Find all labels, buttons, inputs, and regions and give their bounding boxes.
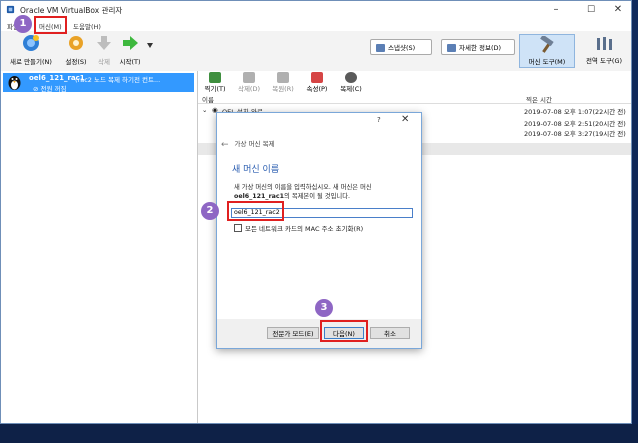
clone-button[interactable]: 복제(C)	[337, 72, 365, 93]
restore-snapshot-button[interactable]: 복원(R)	[269, 72, 297, 93]
details-toggle[interactable]: 자세한 정보(D)	[441, 39, 515, 55]
snapshot-row-time: 2019-07-08 오후 3:27(19시간 전)	[524, 130, 626, 138]
new-label: 새로 만들기(N)	[10, 58, 52, 66]
minimize-button[interactable]: –	[541, 3, 571, 17]
dialog-nav: ← 가상 머신 복제	[221, 138, 275, 150]
menu-help[interactable]: 도움말(H)	[73, 21, 101, 31]
snapshot-table-header: 이름 찍은 시간	[198, 93, 631, 104]
global-tools-button[interactable]: 전역 도구(G)	[579, 34, 629, 68]
reinit-mac-checkbox[interactable]: 모든 네트워크 카드의 MAC 주소 초기화(R)	[234, 223, 363, 233]
help-button[interactable]: ?	[377, 116, 381, 124]
restore-icon	[277, 72, 289, 83]
snapshot-toolbar: 찍기(T) 삭제(D) 복원(R) 속성(P) 복제(C)	[198, 71, 631, 93]
dialog-title-bar: ? ✕	[217, 113, 421, 129]
global-tools-label: 전역 도구(G)	[585, 57, 623, 65]
expert-mode-button[interactable]: 전문가 모드(E)	[267, 327, 319, 339]
main-toolbar: 새로 만들기(N) 설정(S) 삭제 시작(T) 스냅샷(S) 자세한 정보(D…	[1, 31, 631, 72]
expand-chevron-icon[interactable]: ⌄	[202, 106, 207, 114]
discard-button[interactable]: 삭제	[94, 33, 114, 69]
desc-line2: 의 복제본이 될 것입니다.	[284, 193, 350, 200]
checkbox-box[interactable]	[234, 224, 242, 232]
window-title: Oracle VM VirtualBox 관리자	[20, 6, 123, 15]
dialog-footer: 전문가 모드(E) 다음(N) 취소	[217, 319, 421, 348]
col-name-header: 이름	[202, 96, 214, 104]
start-dropdown-icon[interactable]	[147, 43, 153, 48]
maximize-button[interactable]: ☐	[576, 3, 606, 17]
cancel-button[interactable]: 취소	[370, 327, 410, 339]
hammer-icon	[540, 36, 554, 53]
machine-tools-label: 머신 도구(M)	[528, 58, 566, 66]
vm-state-label: 전원 꺼짐	[40, 85, 67, 93]
start-button[interactable]: 시작(T)	[118, 33, 142, 69]
clone-label: 복제(C)	[340, 85, 362, 93]
desc-line1: 새 가상 머신의 이름을 입력하십시오. 새 머신은 머신	[234, 184, 372, 191]
start-label: 시작(T)	[119, 58, 141, 66]
vm-snapshot-note: (rac2 노드 복제 하기전 컨트...	[75, 76, 161, 84]
virtualbox-icon	[6, 5, 15, 14]
properties-button[interactable]: 속성(P)	[303, 72, 331, 93]
title-bar: Oracle VM VirtualBox 관리자 – ☐ ✕	[1, 1, 631, 19]
properties-icon	[311, 72, 323, 83]
reinit-mac-label: 모든 네트워크 카드의 MAC 주소 초기화(R)	[245, 225, 364, 233]
snapshots-toggle[interactable]: 스냅샷(S)	[370, 39, 432, 55]
linux-tux-icon	[8, 76, 21, 90]
snapshots-label: 스냅샷(S)	[388, 44, 416, 52]
discard-arrow-icon	[97, 36, 111, 50]
step-badge-2: 2	[201, 202, 219, 220]
new-vm-icon	[23, 35, 39, 51]
delete-label: 삭제(D)	[237, 85, 261, 93]
step-badge-1: 1	[14, 15, 32, 33]
gear-icon	[69, 36, 83, 50]
take-snapshot-button[interactable]: 찍기(T)	[202, 72, 228, 93]
vm-list: oel6_121_rac1 (rac2 노드 복제 하기전 컨트... ⊘ 전원…	[1, 71, 198, 423]
clone-sheep-icon	[345, 72, 357, 83]
details-label: 자세한 정보(D)	[459, 44, 502, 52]
delete-icon	[243, 72, 255, 83]
step-badge-3: 3	[315, 299, 333, 317]
restore-label: 복원(R)	[272, 85, 294, 93]
snapshot-icon	[376, 44, 385, 52]
settings-button[interactable]: 설정(S)	[63, 33, 89, 69]
snapshot-row-time: 2019-07-08 오후 1:07(22시간 전)	[524, 108, 626, 116]
page-heading: 새 머신 이름	[232, 165, 280, 175]
power-off-icon: ⊘	[33, 85, 41, 93]
new-button[interactable]: 새로 만들기(N)	[4, 33, 58, 69]
highlight-menu-machine	[34, 16, 67, 34]
global-tools-icon	[597, 37, 612, 50]
source-vm-name: oel6_121_rac1	[234, 193, 285, 200]
take-icon	[209, 72, 221, 83]
dialog-title: 가상 머신 복제	[234, 140, 275, 148]
menu-bar: 파일 머신(M) 도움말(H)	[1, 19, 631, 31]
start-arrow-icon	[123, 36, 138, 50]
properties-label: 속성(P)	[306, 85, 328, 93]
vm-state: ⊘ 전원 꺼짐	[33, 83, 67, 93]
close-button[interactable]: ✕	[603, 3, 633, 17]
back-arrow-icon[interactable]: ←	[221, 140, 229, 150]
highlight-next-button	[320, 320, 368, 342]
discard-label: 삭제	[98, 58, 110, 66]
dialog-close-button[interactable]: ✕	[401, 114, 409, 125]
taskbar	[0, 424, 638, 443]
machine-tools-button[interactable]: 머신 도구(M)	[519, 34, 575, 68]
col-time-header: 찍은 시간	[526, 96, 552, 104]
highlight-name-input	[227, 201, 284, 221]
take-label: 찍기(T)	[204, 85, 226, 93]
details-icon	[447, 44, 456, 52]
delete-snapshot-button[interactable]: 삭제(D)	[235, 72, 263, 93]
vm-list-item[interactable]: oel6_121_rac1 (rac2 노드 복제 하기전 컨트... ⊘ 전원…	[3, 73, 194, 93]
page-description: 새 가상 머신의 이름을 입력하십시오. 새 머신은 머신 oel6_121_ra…	[234, 183, 414, 201]
snapshot-row-time: 2019-07-08 오후 2:51(20시간 전)	[524, 120, 626, 128]
settings-label: 설정(S)	[65, 58, 87, 66]
